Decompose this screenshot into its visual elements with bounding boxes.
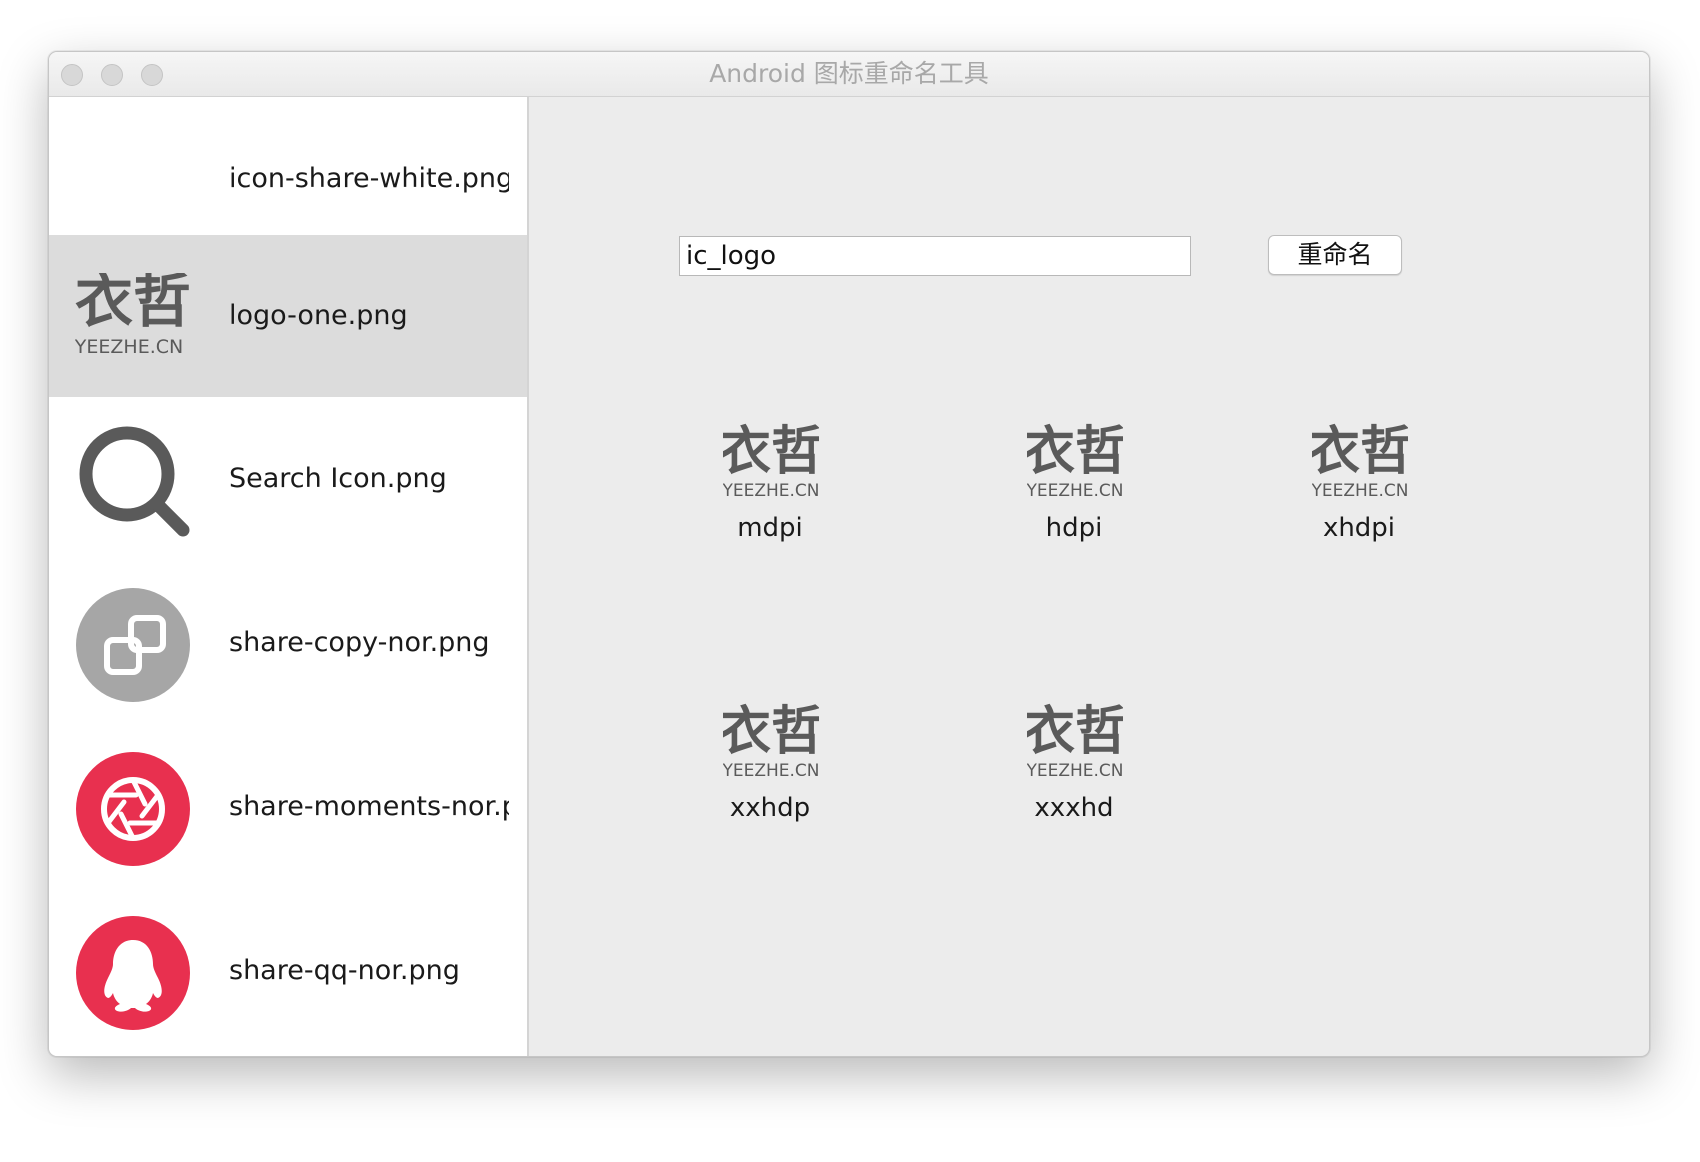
file-name: share-copy-nor.png bbox=[229, 627, 490, 658]
svg-text:衣哲: 衣哲 bbox=[723, 423, 819, 482]
svg-text:衣哲: 衣哲 bbox=[1027, 703, 1123, 762]
file-name: share-qq-nor.png bbox=[229, 955, 460, 986]
title-bar[interactable]: Android 图标重命名工具 bbox=[49, 52, 1649, 97]
search-icon bbox=[75, 424, 191, 538]
file-name: Search Icon.png bbox=[229, 463, 447, 494]
file-name: share-moments-nor.pn bbox=[229, 791, 509, 822]
logo-caption: YEEZHE.CN bbox=[75, 336, 183, 358]
logo-glyphs: 衣哲 bbox=[75, 273, 191, 335]
file-list-item[interactable]: share-moments-nor.pn bbox=[49, 725, 527, 889]
svg-text:衣哲: 衣哲 bbox=[723, 703, 819, 762]
density-preview-xhdpi: 衣哲 YEEZHE.CN xhdpi bbox=[1294, 423, 1424, 563]
svg-text:YEEZHE.CN: YEEZHE.CN bbox=[1027, 481, 1123, 499]
yeezhe-logo-icon: 衣哲 YEEZHE.CN bbox=[723, 703, 819, 779]
app-window: Android 图标重命名工具 icon-share-white.png 衣哲 … bbox=[48, 51, 1650, 1057]
density-label: xxxhd bbox=[1034, 793, 1114, 823]
svg-text:衣哲: 衣哲 bbox=[1312, 423, 1408, 482]
blank-white-icon bbox=[75, 124, 191, 238]
svg-text:衣哲: 衣哲 bbox=[1027, 423, 1123, 482]
svg-text:YEEZHE.CN: YEEZHE.CN bbox=[1027, 761, 1123, 779]
rename-button[interactable]: 重命名 bbox=[1268, 235, 1402, 275]
density-preview-hdpi: 衣哲 YEEZHE.CN hdpi bbox=[1009, 423, 1139, 563]
density-label: xxhdp bbox=[729, 793, 811, 823]
yeezhe-logo-icon: 衣哲 YEEZHE.CN bbox=[723, 423, 819, 499]
moments-shutter-icon bbox=[75, 752, 191, 866]
qq-penguin-icon bbox=[75, 916, 191, 1030]
yeezhe-logo-icon: 衣哲 YEEZHE.CN bbox=[1312, 423, 1408, 499]
svg-text:YEEZHE.CN: YEEZHE.CN bbox=[723, 761, 819, 779]
rename-input[interactable] bbox=[679, 236, 1191, 276]
density-label: hdpi bbox=[1045, 513, 1103, 543]
density-preview-xxhdpi: 衣哲 YEEZHE.CN xxhdp bbox=[705, 703, 835, 843]
yeezhe-logo-icon: 衣哲 YEEZHE.CN bbox=[74, 267, 191, 387]
yeezhe-logo-icon: 衣哲 YEEZHE.CN bbox=[1027, 423, 1123, 499]
file-list-item[interactable]: share-qq-nor.png bbox=[49, 889, 527, 1053]
file-list-item[interactable]: share-copy-nor.png bbox=[49, 561, 527, 725]
file-name: logo-one.png bbox=[229, 300, 408, 331]
svg-text:YEEZHE.CN: YEEZHE.CN bbox=[723, 481, 819, 499]
file-list-item-selected[interactable]: 衣哲 YEEZHE.CN logo-one.png bbox=[49, 235, 527, 397]
file-list-item[interactable]: Search Icon.png bbox=[49, 397, 527, 561]
density-preview-xxxhdpi: 衣哲 YEEZHE.CN xxxhd bbox=[1009, 703, 1139, 843]
yeezhe-logo-icon: 衣哲 YEEZHE.CN bbox=[1027, 703, 1123, 779]
density-label: xhdpi bbox=[1322, 513, 1396, 543]
density-label: mdpi bbox=[737, 513, 803, 543]
window-title: Android 图标重命名工具 bbox=[709, 59, 989, 88]
copy-icon bbox=[75, 588, 191, 702]
svg-text:YEEZHE.CN: YEEZHE.CN bbox=[1312, 481, 1408, 499]
file-list[interactable]: icon-share-white.png 衣哲 YEEZHE.CN logo-o… bbox=[49, 97, 529, 1056]
density-preview-mdpi: 衣哲 YEEZHE.CN mdpi bbox=[705, 423, 835, 563]
